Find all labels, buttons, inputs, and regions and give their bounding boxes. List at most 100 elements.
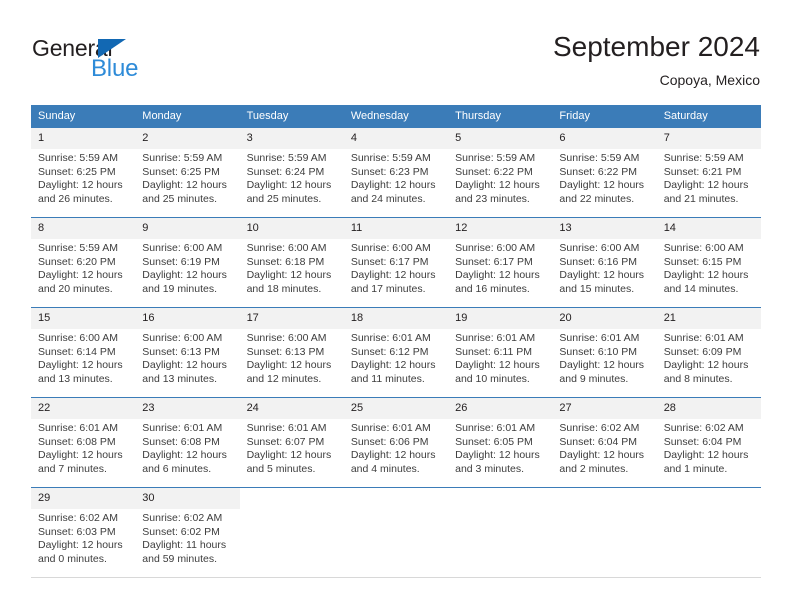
day-details: Sunrise: 6:02 AM Sunset: 6:02 PM Daylight:… — [135, 509, 239, 566]
calendar-day-cell[interactable]: 25 Sunrise: 6:01 AM Sunset: 6:06 PM Dayligh… — [343, 397, 449, 488]
sunset-text: Sunset: 6:08 PM — [38, 435, 116, 448]
sunset-text: Sunset: 6:17 PM — [350, 255, 429, 268]
calendar-day-cell[interactable]: 28 Sunrise: 6:02 AM Sunset: 6:04 PM Dayligh… — [656, 397, 761, 488]
calendar-day-cell[interactable]: 16 Sunrise: 6:00 AM Sunset: 6:13 PM Dayligh… — [135, 307, 240, 398]
day-number: 28 — [656, 398, 761, 419]
calendar-day-cell[interactable]: 1 Sunrise: 5:59 AM Sunset: 6:25 PM Daylight… — [31, 127, 136, 218]
sunset-text: Sunset: 6:13 PM — [142, 345, 220, 358]
sunrise-text: Sunrise: 6:02 AM — [663, 422, 744, 434]
daylight-text-line2: and 11 minutes. — [350, 372, 425, 385]
daylight-text-line1: Daylight: 12 hours — [455, 359, 540, 372]
sunrise-text: Sunrise: 6:00 AM — [559, 242, 640, 254]
day-number: 4 — [343, 128, 449, 149]
calendar-day-cell[interactable]: 21 Sunrise: 6:01 AM Sunset: 6:09 PM Dayligh… — [656, 307, 761, 398]
sunset-text: Sunset: 6:08 PM — [142, 435, 220, 448]
day-details: Sunrise: 6:01 AM Sunset: 6:08 PM Daylight:… — [135, 419, 239, 476]
day-number: 7 — [656, 128, 761, 149]
calendar-day-cell[interactable]: 11 Sunrise: 6:00 AM Sunset: 6:17 PM Dayligh… — [343, 217, 449, 308]
daylight-text-line1: Daylight: 12 hours — [350, 179, 436, 192]
calendar-day-cell[interactable]: 13 Sunrise: 6:00 AM Sunset: 6:16 PM Dayligh… — [552, 217, 657, 308]
weekday-header-friday: Friday — [552, 105, 657, 128]
calendar-day-cell[interactable]: 18 Sunrise: 6:01 AM Sunset: 6:12 PM Dayligh… — [343, 307, 449, 398]
sunset-text: Sunset: 6:04 PM — [559, 435, 638, 448]
day-details: Sunrise: 6:02 AM Sunset: 6:03 PM Daylight:… — [31, 509, 135, 566]
sunset-text: Sunset: 6:04 PM — [663, 435, 742, 448]
calendar-day-cell[interactable]: 14 Sunrise: 6:00 AM Sunset: 6:15 PM Dayligh… — [656, 217, 761, 308]
calendar-day-cell[interactable]: 30 Sunrise: 6:02 AM Sunset: 6:02 PM Dayligh… — [135, 487, 240, 578]
calendar-day-cell[interactable]: 19 Sunrise: 6:01 AM Sunset: 6:11 PM Dayligh… — [448, 307, 553, 398]
daylight-text-line2: and 25 minutes. — [142, 192, 217, 205]
calendar-day-cell[interactable]: 10 Sunrise: 6:00 AM Sunset: 6:18 PM Dayligh… — [239, 217, 344, 308]
calendar-body: 1 Sunrise: 5:59 AM Sunset: 6:25 PM Daylight… — [31, 127, 761, 578]
calendar-day-cell[interactable]: 12 Sunrise: 6:00 AM Sunset: 6:17 PM Dayligh… — [448, 217, 553, 308]
general-blue-logo[interactable]: General Blue — [32, 36, 212, 84]
calendar-day-cell[interactable]: 27 Sunrise: 6:02 AM Sunset: 6:04 PM Dayligh… — [552, 397, 657, 488]
calendar-day-cell[interactable]: 2 Sunrise: 5:59 AM Sunset: 6:25 PM Daylight… — [135, 127, 240, 218]
sunrise-text: Sunrise: 6:00 AM — [455, 242, 536, 254]
sunset-text: Sunset: 6:10 PM — [559, 345, 638, 358]
daylight-text-line2: and 0 minutes. — [38, 552, 107, 565]
daylight-text-line1: Daylight: 12 hours — [38, 359, 123, 372]
calendar-week-row: 15 Sunrise: 6:00 AM Sunset: 6:14 PM Dayligh… — [31, 307, 761, 398]
day-number: 29 — [31, 488, 136, 509]
sunrise-text: Sunrise: 6:02 AM — [142, 512, 223, 524]
day-details: Sunrise: 5:59 AM Sunset: 6:25 PM Daylight:… — [31, 149, 135, 206]
day-details: Sunrise: 6:00 AM Sunset: 6:15 PM Daylight:… — [657, 239, 761, 296]
sunset-text: Sunset: 6:22 PM — [455, 165, 533, 178]
sunrise-text: Sunrise: 6:00 AM — [38, 332, 118, 344]
sunrise-text: Sunrise: 6:01 AM — [38, 422, 118, 434]
daylight-text-line2: and 4 minutes. — [350, 462, 420, 475]
daylight-text-line1: Daylight: 12 hours — [455, 179, 540, 192]
day-number: 21 — [656, 308, 761, 329]
day-details: Sunrise: 6:00 AM Sunset: 6:17 PM Daylight:… — [448, 239, 552, 296]
calendar-day-cell[interactable]: 3 Sunrise: 5:59 AM Sunset: 6:24 PM Daylight… — [239, 127, 344, 218]
sunset-text: Sunset: 6:17 PM — [455, 255, 533, 268]
sunset-text: Sunset: 6:25 PM — [38, 165, 116, 178]
sunrise-text: Sunrise: 5:59 AM — [559, 152, 640, 164]
sunrise-text: Sunrise: 6:00 AM — [350, 242, 431, 254]
daylight-text-line1: Daylight: 12 hours — [246, 449, 332, 462]
sunrise-text: Sunrise: 5:59 AM — [38, 242, 118, 254]
daylight-text-line1: Daylight: 12 hours — [455, 449, 540, 462]
day-details: Sunrise: 5:59 AM Sunset: 6:21 PM Daylight:… — [657, 149, 761, 206]
sunrise-text: Sunrise: 5:59 AM — [246, 152, 327, 164]
sunset-text: Sunset: 6:15 PM — [663, 255, 742, 268]
sunrise-text: Sunrise: 5:59 AM — [350, 152, 431, 164]
calendar-day-cell[interactable]: 9 Sunrise: 6:00 AM Sunset: 6:19 PM Daylight… — [135, 217, 240, 308]
calendar-day-cell[interactable]: 22 Sunrise: 6:01 AM Sunset: 6:08 PM Dayligh… — [31, 397, 136, 488]
calendar-day-cell[interactable]: 23 Sunrise: 6:01 AM Sunset: 6:08 PM Dayligh… — [135, 397, 240, 488]
calendar-day-cell[interactable]: 20 Sunrise: 6:01 AM Sunset: 6:10 PM Dayligh… — [552, 307, 657, 398]
day-details: Sunrise: 6:01 AM Sunset: 6:12 PM Daylight:… — [344, 329, 448, 386]
daylight-text-line2: and 7 minutes. — [38, 462, 107, 475]
calendar-day-cell[interactable]: 4 Sunrise: 5:59 AM Sunset: 6:23 PM Daylight… — [343, 127, 449, 218]
calendar-day-cell[interactable]: 29 Sunrise: 6:02 AM Sunset: 6:03 PM Dayligh… — [31, 487, 136, 578]
daylight-text-line1: Daylight: 12 hours — [663, 449, 749, 462]
daylight-text-line1: Daylight: 12 hours — [38, 449, 123, 462]
calendar-day-cell[interactable]: 7 Sunrise: 5:59 AM Sunset: 6:21 PM Daylight… — [656, 127, 761, 218]
calendar-day-cell[interactable]: 5 Sunrise: 5:59 AM Sunset: 6:22 PM Daylight… — [448, 127, 553, 218]
calendar-day-cell[interactable]: 26 Sunrise: 6:01 AM Sunset: 6:05 PM Dayligh… — [448, 397, 553, 488]
daylight-text-line1: Daylight: 12 hours — [38, 539, 123, 552]
daylight-text-line1: Daylight: 12 hours — [350, 269, 436, 282]
day-details: Sunrise: 6:00 AM Sunset: 6:17 PM Daylight:… — [344, 239, 448, 296]
daylight-text-line1: Daylight: 12 hours — [38, 269, 123, 282]
day-details: Sunrise: 6:01 AM Sunset: 6:07 PM Daylight:… — [240, 419, 344, 476]
daylight-text-line2: and 14 minutes. — [663, 282, 739, 295]
calendar-day-cell[interactable]: 8 Sunrise: 5:59 AM Sunset: 6:20 PM Daylight… — [31, 217, 136, 308]
daylight-text-line1: Daylight: 12 hours — [663, 269, 749, 282]
day-number: 6 — [552, 128, 657, 149]
calendar-day-cell-empty — [552, 487, 657, 578]
daylight-text-line2: and 12 minutes. — [246, 372, 322, 385]
day-number: 19 — [448, 308, 553, 329]
calendar-day-cell[interactable]: 24 Sunrise: 6:01 AM Sunset: 6:07 PM Dayligh… — [239, 397, 344, 488]
sunset-text: Sunset: 6:07 PM — [246, 435, 325, 448]
page-title: September 2024 — [552, 31, 760, 62]
daylight-text-line1: Daylight: 11 hours — [142, 539, 227, 552]
calendar-day-cell[interactable]: 15 Sunrise: 6:00 AM Sunset: 6:14 PM Dayligh… — [31, 307, 136, 398]
daylight-text-line1: Daylight: 12 hours — [663, 359, 749, 372]
calendar-day-cell[interactable]: 6 Sunrise: 5:59 AM Sunset: 6:22 PM Daylight… — [552, 127, 657, 218]
day-number: 13 — [552, 218, 657, 239]
calendar-day-cell[interactable]: 17 Sunrise: 6:00 AM Sunset: 6:13 PM Dayligh… — [239, 307, 344, 398]
daylight-text-line2: and 26 minutes. — [38, 192, 113, 205]
sunrise-text: Sunrise: 5:59 AM — [38, 152, 118, 164]
